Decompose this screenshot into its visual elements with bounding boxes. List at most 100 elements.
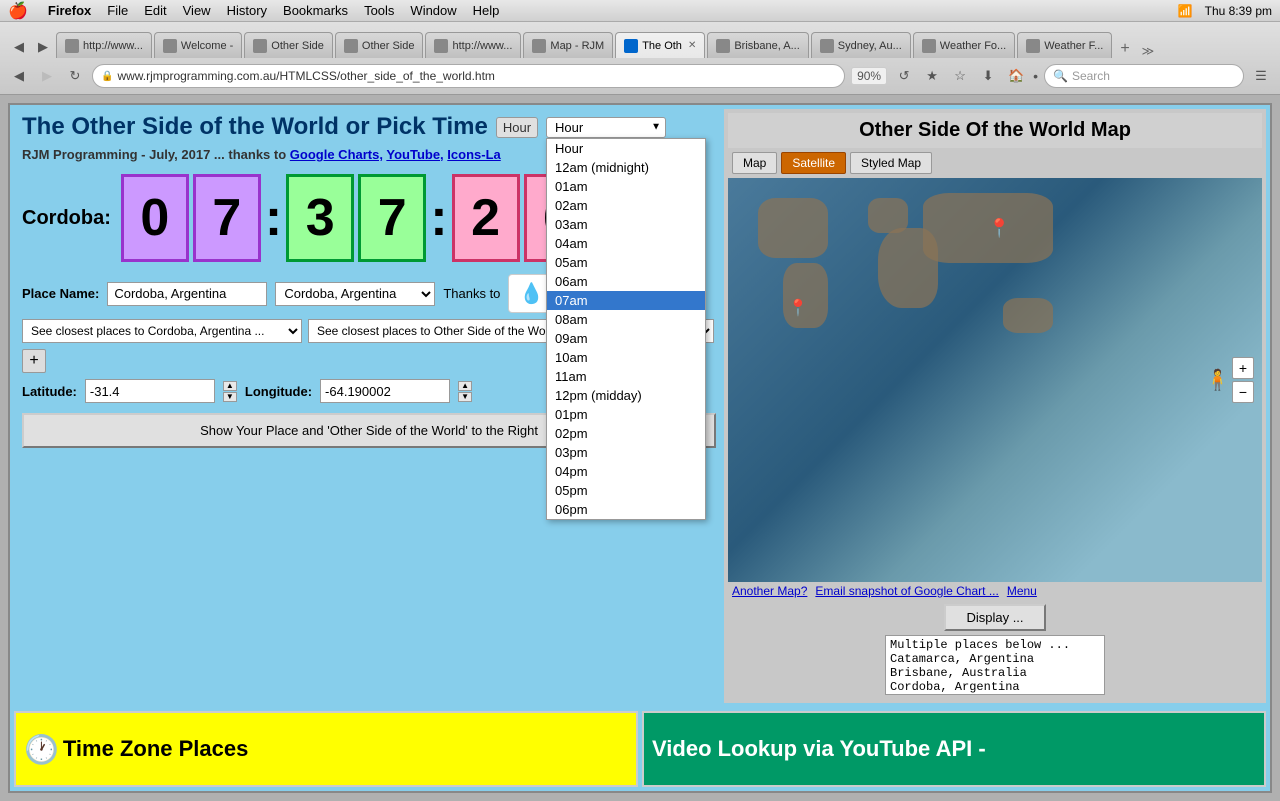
map-tab-map[interactable]: Map xyxy=(732,152,777,174)
zoom-in-button[interactable]: + xyxy=(1232,357,1254,379)
longitude-spinner[interactable]: ▲ ▼ xyxy=(458,381,472,402)
apple-menu[interactable]: 🍎 xyxy=(8,1,28,21)
tab-label-6: Map - RJM xyxy=(550,40,604,52)
lon-up-arrow[interactable]: ▲ xyxy=(458,381,472,391)
tab-label-7: The Oth xyxy=(642,40,682,52)
tab-9[interactable]: Sydney, Au... xyxy=(811,32,911,58)
forward-button[interactable]: ▶ xyxy=(32,36,54,58)
hour-option[interactable]: 05am xyxy=(547,253,705,272)
menu-icon[interactable]: ☰ xyxy=(1250,65,1272,87)
bookmark-icon[interactable]: ☆ xyxy=(949,65,971,87)
tab-favicon-11 xyxy=(1026,39,1040,53)
hour-option[interactable]: 08am xyxy=(547,310,705,329)
title-row: The Other Side of the World or Pick Time… xyxy=(22,113,716,141)
another-map-link[interactable]: Another Map? xyxy=(732,584,807,598)
zoom-out-button[interactable]: − xyxy=(1232,381,1254,403)
hour-option[interactable]: 01pm xyxy=(547,405,705,424)
home-icon[interactable]: 🏠 xyxy=(1005,65,1027,87)
hour-option[interactable]: 04am xyxy=(547,234,705,253)
email-snapshot-link[interactable]: Email snapshot of Google Chart ... xyxy=(815,584,998,598)
tab-6[interactable]: Map - RJM xyxy=(523,32,613,58)
youtube-link[interactable]: YouTube, xyxy=(386,147,443,162)
lat-up-arrow[interactable]: ▲ xyxy=(223,381,237,391)
lon-down-arrow[interactable]: ▼ xyxy=(458,392,472,402)
map-tab-styled[interactable]: Styled Map xyxy=(850,152,932,174)
hour-option[interactable]: Hour xyxy=(547,139,705,158)
menu-firefox[interactable]: Firefox xyxy=(48,3,91,18)
tab-5[interactable]: http://www... xyxy=(425,32,521,58)
tab-8[interactable]: Brisbane, A... xyxy=(707,32,808,58)
tab-1[interactable]: http://www... xyxy=(56,32,152,58)
plus-button[interactable]: + xyxy=(22,349,46,373)
display-textarea[interactable]: Multiple places below ... Catamarca, Arg… xyxy=(885,635,1105,695)
icons-link[interactable]: Icons-La xyxy=(447,147,500,162)
map-tab-satellite[interactable]: Satellite xyxy=(781,152,846,174)
hour-option[interactable]: 10am xyxy=(547,348,705,367)
hour-option[interactable]: 12pm (midday) xyxy=(547,386,705,405)
back-button[interactable]: ◀ xyxy=(8,36,30,58)
hour-option[interactable]: 02am xyxy=(547,196,705,215)
hour-option[interactable]: 05pm xyxy=(547,481,705,500)
streetview-person[interactable]: 🧍 xyxy=(1205,368,1230,393)
menu-help[interactable]: Help xyxy=(473,3,500,18)
download-icon[interactable]: ⬇ xyxy=(977,65,999,87)
hour-option[interactable]: 12am (midnight) xyxy=(547,158,705,177)
tab-10[interactable]: Weather Fo... xyxy=(913,32,1015,58)
search-bar[interactable]: 🔍 Search xyxy=(1044,64,1244,88)
hour-option[interactable]: 03am xyxy=(547,215,705,234)
tab-close-7[interactable]: ✕ xyxy=(688,40,696,51)
new-tab-button[interactable]: + xyxy=(1114,40,1135,58)
hour-option[interactable]: 06pm xyxy=(547,500,705,519)
bottom-section: 🕐 Time Zone Places Video Lookup via YouT… xyxy=(10,711,1270,791)
menu-file[interactable]: File xyxy=(107,3,128,18)
left-panel: The Other Side of the World or Pick Time… xyxy=(14,109,724,703)
menu-link[interactable]: Menu xyxy=(1007,584,1037,598)
hour-dropdown-button[interactable]: Hour ▼ xyxy=(546,117,666,138)
menu-edit[interactable]: Edit xyxy=(144,3,166,18)
hour-option[interactable]: 06am xyxy=(547,272,705,291)
hour-option[interactable]: 02pm xyxy=(547,424,705,443)
page-title: The Other Side of the World or Pick Time xyxy=(22,113,488,141)
hour-option[interactable]: 04pm xyxy=(547,462,705,481)
place-name-label: Place Name: xyxy=(22,286,99,301)
nav-forward[interactable]: ▶ xyxy=(36,65,58,87)
reload-button[interactable]: ↺ xyxy=(893,65,915,87)
latitude-input[interactable] xyxy=(85,379,215,403)
menu-history[interactable]: History xyxy=(227,3,267,18)
tab-7-active[interactable]: The Oth ✕ xyxy=(615,32,705,58)
tab-label-11: Weather F... xyxy=(1044,40,1103,52)
tab-4[interactable]: Other Side xyxy=(335,32,424,58)
hour-option[interactable]: 03pm xyxy=(547,443,705,462)
nav-back[interactable]: ◀ xyxy=(8,65,30,87)
menu-bookmarks[interactable]: Bookmarks xyxy=(283,3,348,18)
bookmark-star[interactable]: ★ xyxy=(921,65,943,87)
url-bar[interactable]: 🔒 www.rjmprogramming.com.au/HTMLCSS/othe… xyxy=(92,64,845,88)
tab-label-9: Sydney, Au... xyxy=(838,40,902,52)
place-name-input[interactable] xyxy=(107,282,267,306)
hour-option[interactable]: 09am xyxy=(547,329,705,348)
hour-dropdown-menu: Hour12am (midnight)01am02am03am04am05am0… xyxy=(546,138,706,520)
tab-2[interactable]: Welcome - xyxy=(154,32,242,58)
lat-down-arrow[interactable]: ▼ xyxy=(223,392,237,402)
menu-view[interactable]: View xyxy=(183,3,211,18)
nav-refresh[interactable]: ↻ xyxy=(64,65,86,87)
hour-option[interactable]: 01am xyxy=(547,177,705,196)
longitude-input[interactable] xyxy=(320,379,450,403)
latitude-spinner[interactable]: ▲ ▼ xyxy=(223,381,237,402)
longitude-label: Longitude: xyxy=(245,384,312,399)
place-dropdown[interactable]: Cordoba, Argentina xyxy=(275,282,435,306)
hour-option[interactable]: 07am xyxy=(547,291,705,310)
menu-window[interactable]: Window xyxy=(410,3,456,18)
tab-11[interactable]: Weather F... xyxy=(1017,32,1112,58)
menu-tools[interactable]: Tools xyxy=(364,3,394,18)
tab-favicon-7 xyxy=(624,39,638,53)
tab-chevron[interactable]: ≫ xyxy=(1138,44,1159,58)
google-charts-link[interactable]: Google Charts, xyxy=(290,147,383,162)
tab-label-4: Other Side xyxy=(362,40,415,52)
closest-dropdown-1[interactable]: See closest places to Cordoba, Argentina… xyxy=(22,319,302,343)
tab-3[interactable]: Other Side xyxy=(244,32,333,58)
tab-favicon-3 xyxy=(253,39,267,53)
display-button[interactable]: Display ... xyxy=(944,604,1045,631)
tab-bar: ◀ ▶ http://www... Welcome - Other Side O… xyxy=(0,22,1280,58)
hour-option[interactable]: 11am xyxy=(547,367,705,386)
